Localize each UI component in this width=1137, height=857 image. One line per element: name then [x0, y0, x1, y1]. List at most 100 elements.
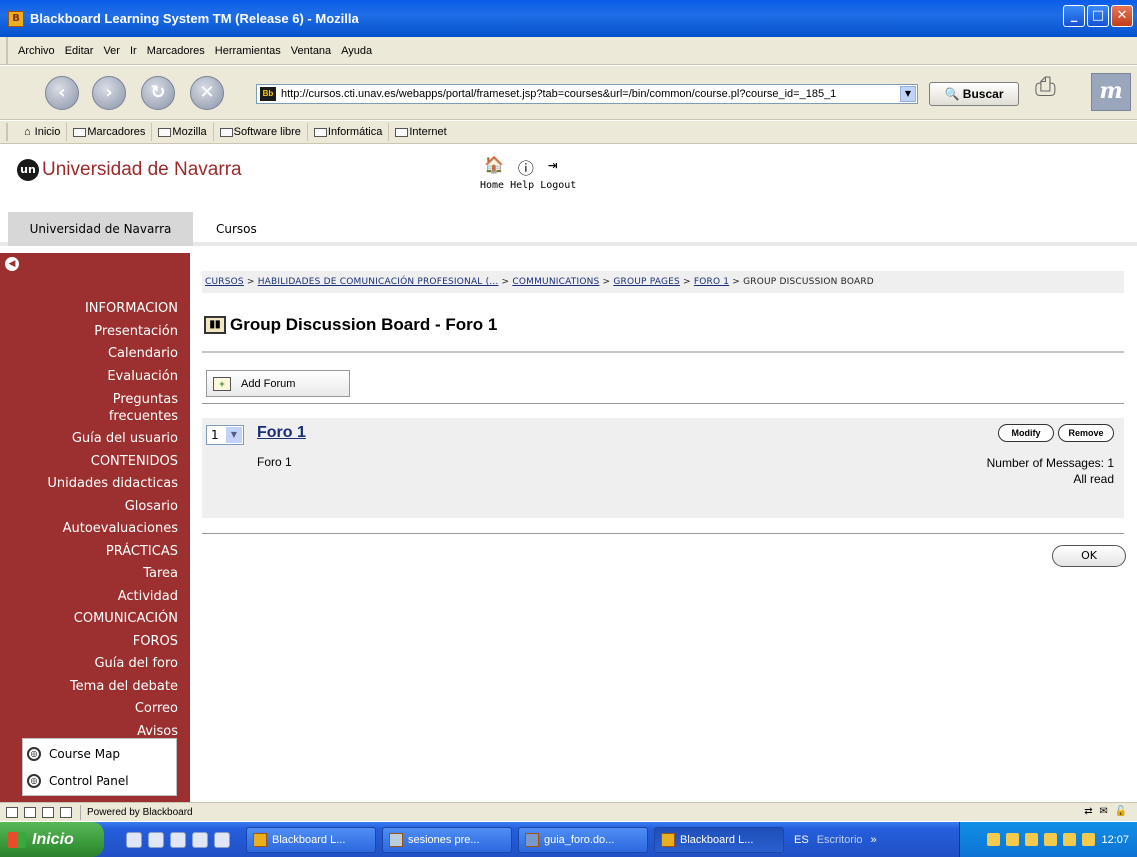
- sidebar-item[interactable]: Presentación: [0, 321, 178, 344]
- home-icon[interactable]: 🏠: [484, 155, 504, 179]
- ok-button[interactable]: OK: [1052, 545, 1126, 567]
- menu-editar[interactable]: Editar: [65, 45, 94, 57]
- home-link[interactable]: Home: [480, 180, 504, 191]
- breadcrumb-communications[interactable]: COMMUNICATIONS: [512, 277, 599, 287]
- navigator-icon[interactable]: [6, 806, 18, 818]
- sidebar-section-heading[interactable]: INFORMACION: [0, 298, 178, 321]
- menu-ir[interactable]: Ir: [130, 45, 137, 57]
- sidebar-item[interactable]: Calendario: [0, 343, 178, 366]
- menu-marcadores[interactable]: Marcadores: [147, 45, 205, 57]
- search-button[interactable]: 🔍 Buscar: [929, 82, 1019, 106]
- forum-order-select[interactable]: 1 ▼: [206, 425, 244, 445]
- breadcrumb-group-pages[interactable]: GROUP PAGES: [613, 277, 680, 287]
- minimize-button[interactable]: _: [1063, 5, 1085, 27]
- bookmark-internet[interactable]: Internet: [389, 123, 452, 141]
- tray-icon[interactable]: [987, 833, 1001, 846]
- tray-icon[interactable]: [1082, 833, 1096, 846]
- url-dropdown-button[interactable]: ▼: [900, 86, 916, 102]
- sidebar-item[interactable]: Tema del debate: [0, 676, 178, 699]
- task-blackboard-1[interactable]: Blackboard L...: [246, 826, 376, 853]
- menu-ver[interactable]: Ver: [103, 45, 120, 57]
- tab-universidad-de-navarra[interactable]: Universidad de Navarra: [8, 212, 193, 246]
- modify-button[interactable]: Modify: [998, 424, 1054, 442]
- menu-ayuda[interactable]: Ayuda: [341, 45, 372, 57]
- sidebar-section-heading[interactable]: CONTENIDOS: [0, 451, 178, 474]
- quicklaunch-icon[interactable]: [214, 831, 230, 848]
- chevron-right-icon[interactable]: »: [871, 834, 877, 846]
- sidebar-item[interactable]: Autoevaluaciones: [0, 518, 178, 541]
- close-button[interactable]: ✕: [1111, 5, 1133, 27]
- sidebar-item[interactable]: Glosario: [0, 496, 178, 519]
- control-panel-link[interactable]: ◎ Control Panel: [23, 769, 176, 793]
- maximize-button[interactable]: □: [1087, 5, 1109, 27]
- sidebar-item[interactable]: Actividad: [0, 586, 178, 609]
- bookmark-inicio[interactable]: ⌂ Inicio: [18, 123, 68, 141]
- desktop-toolbar[interactable]: Escritorio: [817, 834, 863, 846]
- remove-button[interactable]: Remove: [1058, 424, 1114, 442]
- start-button[interactable]: Inicio: [0, 822, 104, 857]
- collapse-menu-icon[interactable]: ◀: [5, 257, 19, 271]
- logout-icon[interactable]: ⇥: [548, 155, 558, 179]
- task-sesiones[interactable]: sesiones pre...: [382, 826, 512, 853]
- sidebar-item[interactable]: Evaluación: [0, 366, 178, 389]
- task-blackboard-2[interactable]: Blackboard L...: [654, 826, 784, 853]
- reload-button[interactable]: ↻: [141, 76, 175, 110]
- control-panel-icon: ◎: [27, 774, 41, 788]
- un-logo-mark: un: [17, 159, 39, 181]
- quicklaunch-icon[interactable]: [170, 831, 186, 848]
- tray-icon[interactable]: [1063, 833, 1077, 846]
- forum-link[interactable]: Foro 1: [257, 424, 306, 442]
- logout-link[interactable]: Logout: [540, 180, 576, 191]
- composer-icon[interactable]: [60, 806, 72, 818]
- sidebar-item[interactable]: Guía del foro: [0, 653, 178, 676]
- menu-ventana[interactable]: Ventana: [291, 45, 331, 57]
- menu-archivo[interactable]: Archivo: [18, 45, 55, 57]
- site-header: un Universidad de Navarra 🏠 ⓘ ⇥ Home Hel…: [0, 145, 1137, 207]
- mail-icon[interactable]: [24, 806, 36, 818]
- tray-icon[interactable]: [1025, 833, 1039, 846]
- print-icon[interactable]: ⎙: [1035, 72, 1075, 108]
- sidebar-item-label: Guía del foro: [94, 656, 178, 671]
- help-icon[interactable]: ⓘ: [518, 155, 534, 179]
- tab-cursos[interactable]: Cursos: [216, 212, 257, 246]
- bookmark-marcadores[interactable]: Marcadores: [67, 123, 153, 141]
- sidebar-section-heading[interactable]: PRÁCTICAS: [0, 541, 178, 564]
- sidebar-item-label: Calendario: [107, 346, 178, 361]
- url-input[interactable]: Bb http://cursos.cti.unav.es/webapps/por…: [256, 84, 918, 104]
- sidebar-item[interactable]: Tarea: [0, 563, 178, 586]
- course-map-link[interactable]: ◎ Course Map: [23, 742, 176, 766]
- stop-button[interactable]: ✕: [190, 76, 224, 110]
- language-bar[interactable]: ES Escritorio »: [794, 834, 877, 846]
- read-status: All read: [1073, 472, 1114, 486]
- back-button[interactable]: ‹: [45, 76, 79, 110]
- menu-herramientas[interactable]: Herramientas: [215, 45, 281, 57]
- sidebar-section-heading[interactable]: COMUNICACIÓN: [0, 608, 178, 631]
- sidebar-item[interactable]: FOROS: [0, 631, 178, 654]
- quicklaunch-icon[interactable]: [192, 831, 208, 848]
- task-guia-foro[interactable]: guia_foro.do...: [518, 826, 648, 853]
- sidebar-item-label: Unidades didacticas: [47, 476, 178, 491]
- breadcrumb-cursos[interactable]: CURSOS: [205, 277, 244, 287]
- sidebar-item[interactable]: Guía del usuario: [0, 428, 178, 451]
- breadcrumb-foro-1[interactable]: FORO 1: [694, 277, 729, 287]
- tray-icon[interactable]: [1044, 833, 1058, 846]
- bookmark-informatica[interactable]: Informática: [308, 123, 390, 141]
- breadcrumb-course[interactable]: HABILIDADES DE COMUNICACIÓN PROFESIONAL …: [258, 277, 499, 287]
- bookmark-software-libre[interactable]: Software libre: [214, 123, 308, 141]
- sidebar-item[interactable]: Preguntas frecuentes: [0, 388, 178, 428]
- chat-icon[interactable]: [42, 806, 54, 818]
- sidebar-item[interactable]: Correo: [0, 698, 178, 721]
- document-icon: [389, 832, 403, 847]
- sidebar-item-label: PRÁCTICAS: [105, 543, 178, 559]
- chevron-down-icon: ▼: [226, 427, 242, 443]
- add-forum-button[interactable]: + Add Forum: [206, 370, 350, 397]
- university-logo[interactable]: un Universidad de Navarra: [17, 159, 242, 181]
- breadcrumb-current: GROUP DISCUSSION BOARD: [743, 277, 874, 287]
- quicklaunch-icon[interactable]: [148, 831, 164, 848]
- quicklaunch-icon[interactable]: [126, 831, 142, 848]
- help-link[interactable]: Help: [510, 180, 534, 191]
- forward-button[interactable]: ›: [92, 76, 126, 110]
- tray-icon[interactable]: [1006, 833, 1020, 846]
- sidebar-item[interactable]: Unidades didacticas: [0, 473, 178, 496]
- bookmark-mozilla[interactable]: Mozilla: [152, 123, 214, 141]
